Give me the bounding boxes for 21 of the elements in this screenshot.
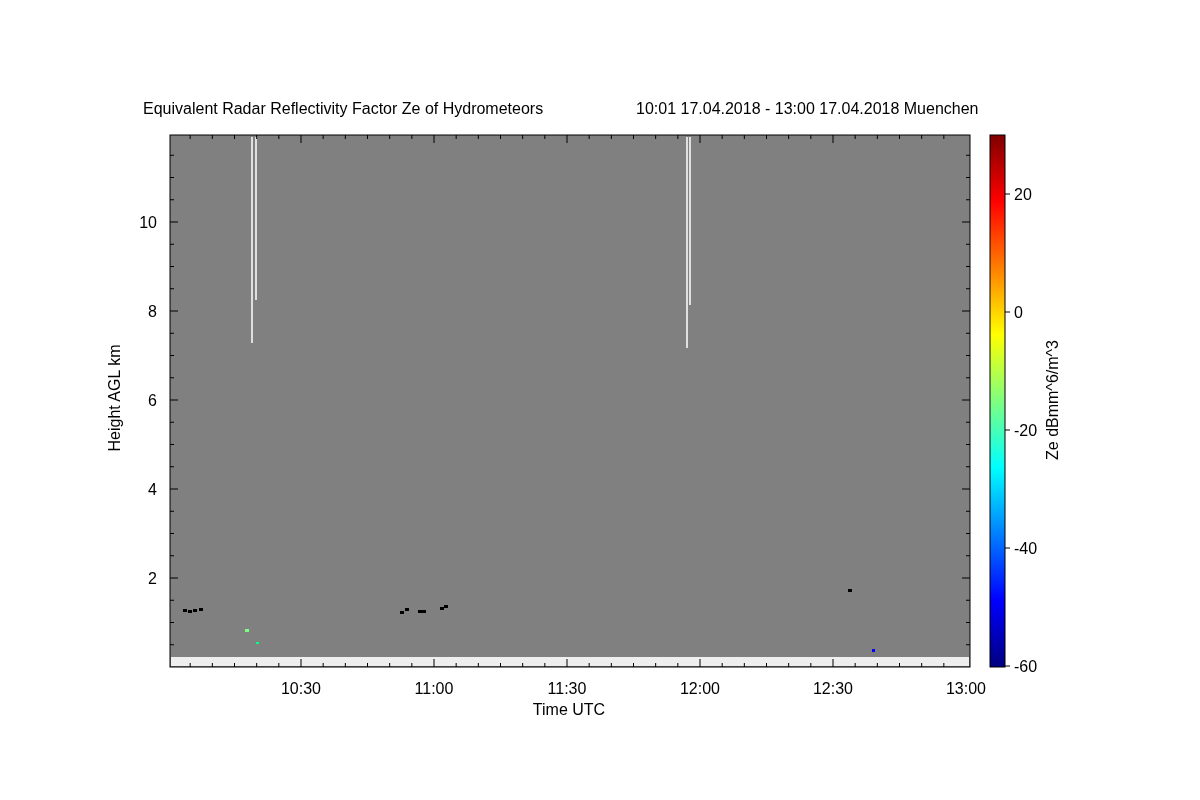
axis-label: Height AGL km [106, 344, 123, 452]
tick-label: 4 [148, 481, 157, 498]
tick-label: 11:00 [414, 680, 454, 697]
tick-label: 0 [1014, 304, 1023, 321]
tick-label: 2 [148, 570, 157, 587]
plot-title: Equivalent Radar Reflectivity Factor Ze of Hydrometeors [143, 100, 544, 117]
tick-label: -20 [1014, 422, 1038, 439]
colorbar-label: Ze dBmm^6/m^3 [1044, 340, 1061, 460]
tick-label: 8 [148, 303, 157, 320]
axis-label: Time UTC [532, 701, 606, 718]
tick-label: -40 [1014, 540, 1038, 557]
tick-label: 20 [1014, 186, 1032, 203]
tick-label: 6 [148, 392, 157, 409]
tick-label: -60 [1014, 658, 1038, 675]
tick-label: 12:30 [813, 680, 853, 697]
tick-label: 13:00 [946, 680, 986, 697]
tick-label: 10 [139, 214, 157, 231]
tick-label: 11:30 [547, 680, 587, 697]
tick-label: 12:00 [680, 680, 720, 697]
tick-label: 10:30 [281, 680, 321, 697]
time-range: 10:01 17.04.2018 - 13:00 17.04.2018 Muenchen [636, 100, 979, 117]
